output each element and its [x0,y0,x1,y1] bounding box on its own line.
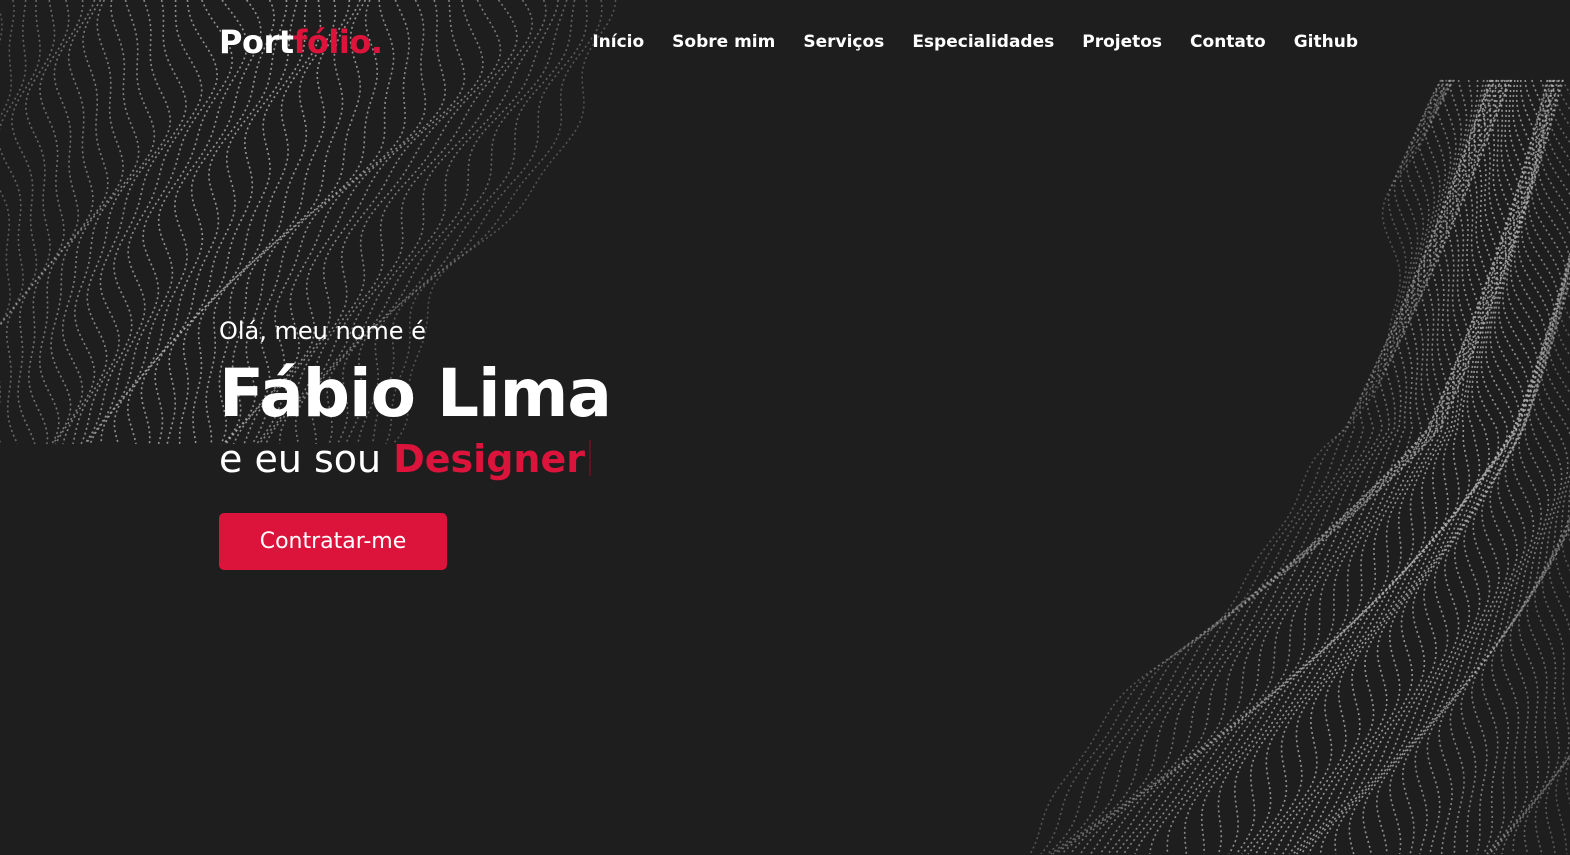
logo-accent: fólio. [293,23,383,61]
hire-me-button[interactable]: Contratar-me [219,513,447,570]
hero-role-typed: Designer [393,437,585,481]
navbar: Portfólio. Início Sobre mim Serviços Esp… [0,0,1570,84]
nav-menu: Início Sobre mim Serviços Especialidades… [592,31,1358,53]
nav-link-projetos[interactable]: Projetos [1082,31,1162,53]
nav-link-github[interactable]: Github [1294,31,1358,53]
nav-link-sobre-mim[interactable]: Sobre mim [672,31,775,53]
hero-role: e eu sou Designer [219,434,611,484]
wave-band-bottom-right [1029,79,1570,855]
nav-link-inicio[interactable]: Início [592,31,644,53]
nav-link-servicos[interactable]: Serviços [803,31,884,53]
typing-cursor [588,440,591,476]
hero-section: Olá, meu nome é Fábio Lima e eu sou Desi… [219,314,612,570]
logo[interactable]: Portfólio. [219,22,383,62]
hero-greeting: Olá, meu nome é [219,317,426,345]
hero-role-prefix: e eu sou [219,437,382,481]
nav-link-especialidades[interactable]: Especialidades [912,31,1054,53]
hero-name: Fábio Lima [219,355,612,432]
logo-main: Port [219,23,294,61]
nav-link-contato[interactable]: Contato [1190,31,1266,53]
